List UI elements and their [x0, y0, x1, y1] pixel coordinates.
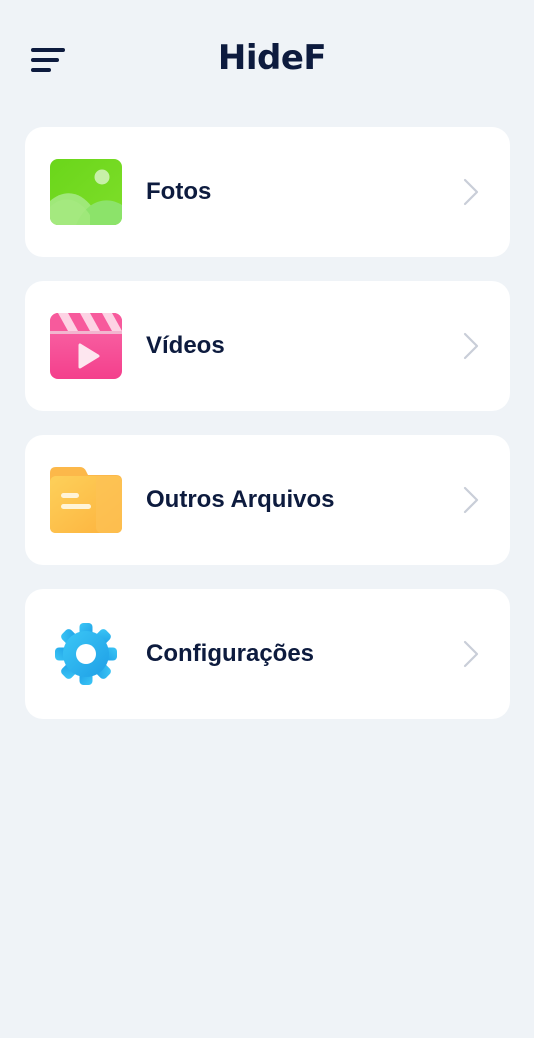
videos-icon: [50, 313, 122, 379]
menu-item-fotos[interactable]: Fotos: [25, 127, 510, 257]
app-title: HideF: [217, 38, 327, 78]
gear-icon: [55, 623, 117, 685]
menu-item-label: Configurações: [146, 640, 315, 667]
app-header: HideF: [0, 0, 534, 120]
folder-icon: [50, 467, 122, 533]
menu-item-videos[interactable]: Vídeos: [25, 281, 510, 411]
menu-item-label: Outros Arquivos: [146, 486, 335, 513]
menu-item-label: Fotos: [146, 178, 212, 205]
menu-item-outros-arquivos[interactable]: Outros Arquivos: [25, 435, 510, 565]
chevron-right-icon: [463, 178, 479, 206]
menu-item-label: Vídeos: [146, 332, 225, 359]
chevron-right-icon: [463, 486, 479, 514]
chevron-right-icon: [463, 640, 479, 668]
photos-icon: [50, 159, 122, 225]
chevron-right-icon: [463, 332, 479, 360]
menu-item-configuracoes[interactable]: Configurações: [25, 589, 510, 719]
